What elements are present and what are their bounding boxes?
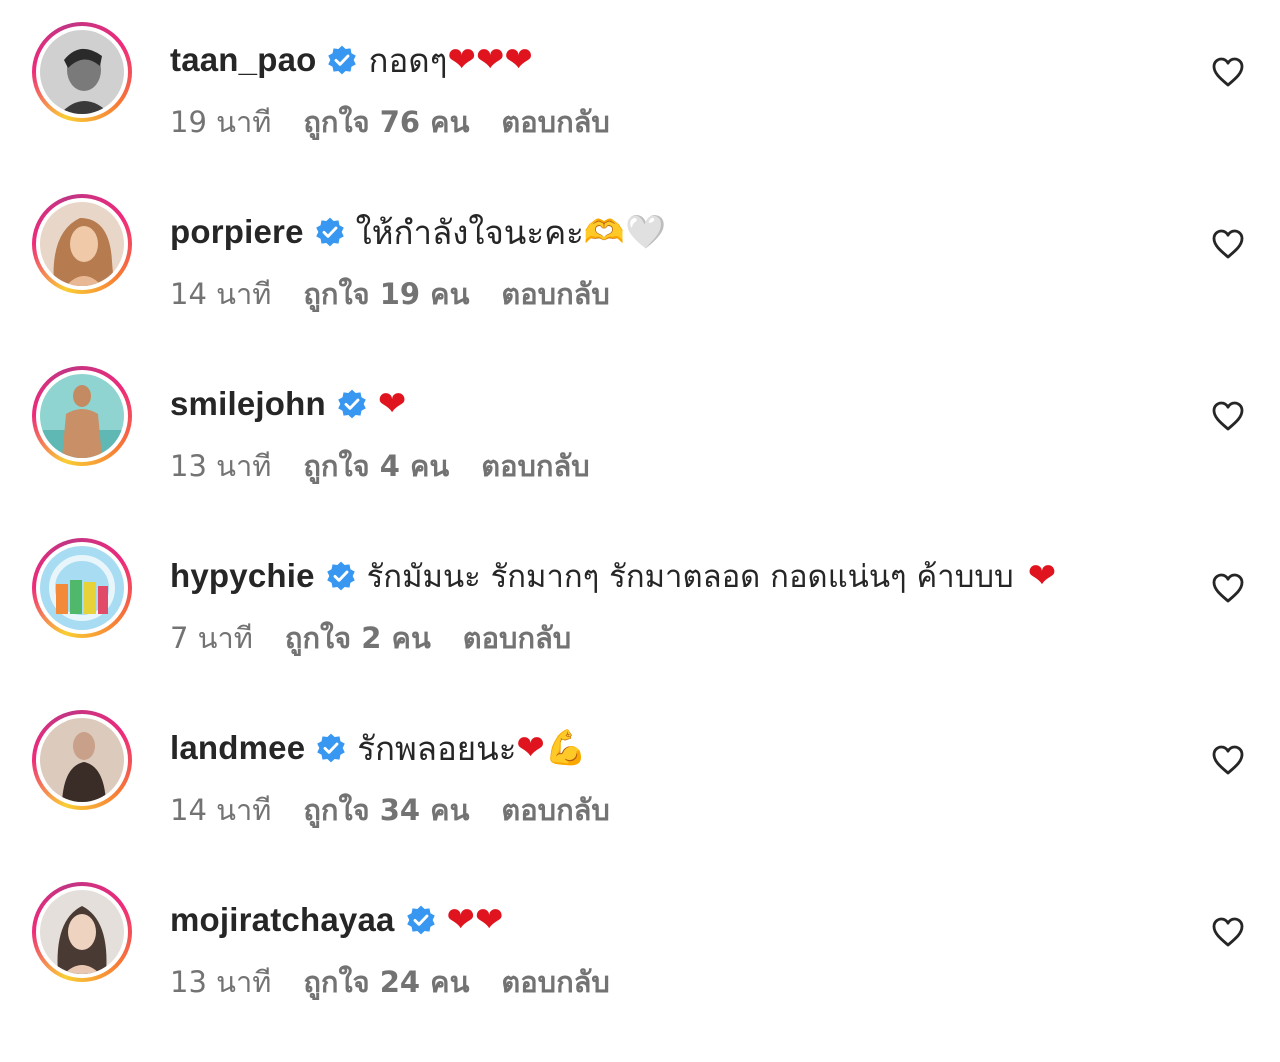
emoji: ❤❤	[446, 900, 504, 940]
avatar[interactable]	[40, 718, 124, 802]
story-ring[interactable]	[32, 194, 132, 294]
emoji: ❤❤❤	[447, 40, 533, 80]
story-ring[interactable]	[32, 22, 132, 122]
username[interactable]: hypychie	[170, 557, 315, 595]
heart-icon[interactable]	[1211, 228, 1245, 260]
verified-badge-icon	[328, 45, 357, 75]
comment-item: porpiere ให้กำลังใจนะคะ 🫶🤍 14 นาที ถูกใจ…	[0, 172, 1280, 344]
emoji: ❤	[1027, 556, 1057, 596]
avatar[interactable]	[40, 546, 124, 630]
heart-icon[interactable]	[1211, 916, 1245, 948]
verified-badge-icon	[315, 217, 344, 247]
story-ring[interactable]	[32, 882, 132, 982]
comment-likes[interactable]: ถูกใจ 19 คน	[303, 271, 469, 317]
comment-text: ให้กำลังใจนะคะ	[355, 212, 584, 252]
story-ring[interactable]	[32, 710, 132, 810]
comment-time[interactable]: 14 นาที	[170, 787, 271, 833]
comment-text: กอดๆ	[368, 40, 448, 80]
username[interactable]: mojiratchayaa	[170, 901, 395, 939]
username[interactable]: smilejohn	[170, 385, 326, 423]
reply-button[interactable]: ตอบกลับ	[501, 787, 609, 833]
avatar[interactable]	[40, 374, 124, 458]
reply-button[interactable]: ตอบกลับ	[501, 959, 609, 1005]
reply-button[interactable]: ตอบกลับ	[481, 443, 589, 489]
username[interactable]: taan_pao	[170, 41, 316, 79]
reply-button[interactable]: ตอบกลับ	[501, 99, 609, 145]
emoji: ❤💪	[516, 728, 588, 768]
comment-likes[interactable]: ถูกใจ 2 คน	[285, 615, 431, 661]
comment-item: hypychie รักมัมนะ รักมากๆ รักมาตลอด กอดแ…	[0, 516, 1280, 688]
comment-likes[interactable]: ถูกใจ 34 คน	[303, 787, 469, 833]
heart-icon[interactable]	[1211, 744, 1245, 776]
heart-icon[interactable]	[1211, 572, 1245, 604]
reply-button[interactable]: ตอบกลับ	[463, 615, 571, 661]
avatar[interactable]	[40, 30, 124, 114]
comment-likes[interactable]: ถูกใจ 4 คน	[303, 443, 449, 489]
comment-item: smilejohn ❤ 13 นาที ถูกใจ 4 คน ตอบกลับ	[0, 344, 1280, 516]
comment-time[interactable]: 13 นาที	[170, 443, 271, 489]
heart-icon[interactable]	[1211, 56, 1245, 88]
verified-badge-icon	[326, 561, 355, 591]
verified-badge-icon	[406, 905, 435, 935]
comment-item: taan_pao กอดๆ ❤❤❤ 19 นาที ถูกใจ 76 คน ตอ…	[0, 0, 1280, 172]
comment-text: รักพลอยนะ	[357, 728, 517, 768]
comment-item: mojiratchayaa ❤❤ 13 นาที ถูกใจ 24 คน ตอบ…	[0, 860, 1280, 1032]
avatar[interactable]	[40, 890, 124, 974]
comment-likes[interactable]: ถูกใจ 24 คน	[303, 959, 469, 1005]
story-ring[interactable]	[32, 538, 132, 638]
comment-text: รักมัมนะ รักมากๆ รักมาตลอด กอดแน่นๆ ค้าบ…	[366, 559, 1014, 595]
verified-badge-icon	[317, 733, 346, 763]
emoji: 🫶🤍	[583, 212, 667, 251]
comment-time[interactable]: 13 นาที	[170, 959, 271, 1005]
reply-button[interactable]: ตอบกลับ	[501, 271, 609, 317]
comment-time[interactable]: 14 นาที	[170, 271, 271, 317]
comment-likes[interactable]: ถูกใจ 76 คน	[303, 99, 469, 145]
comment-item: landmee รักพลอยนะ ❤💪 14 นาที ถูกใจ 34 คน…	[0, 688, 1280, 860]
comment-time[interactable]: 19 นาที	[170, 99, 271, 145]
username[interactable]: porpiere	[170, 213, 304, 251]
username[interactable]: landmee	[170, 729, 305, 767]
emoji: ❤	[377, 384, 407, 424]
avatar[interactable]	[40, 202, 124, 286]
story-ring[interactable]	[32, 366, 132, 466]
verified-badge-icon	[338, 389, 366, 419]
heart-icon[interactable]	[1211, 400, 1245, 432]
comment-time[interactable]: 7 นาที	[170, 615, 253, 661]
